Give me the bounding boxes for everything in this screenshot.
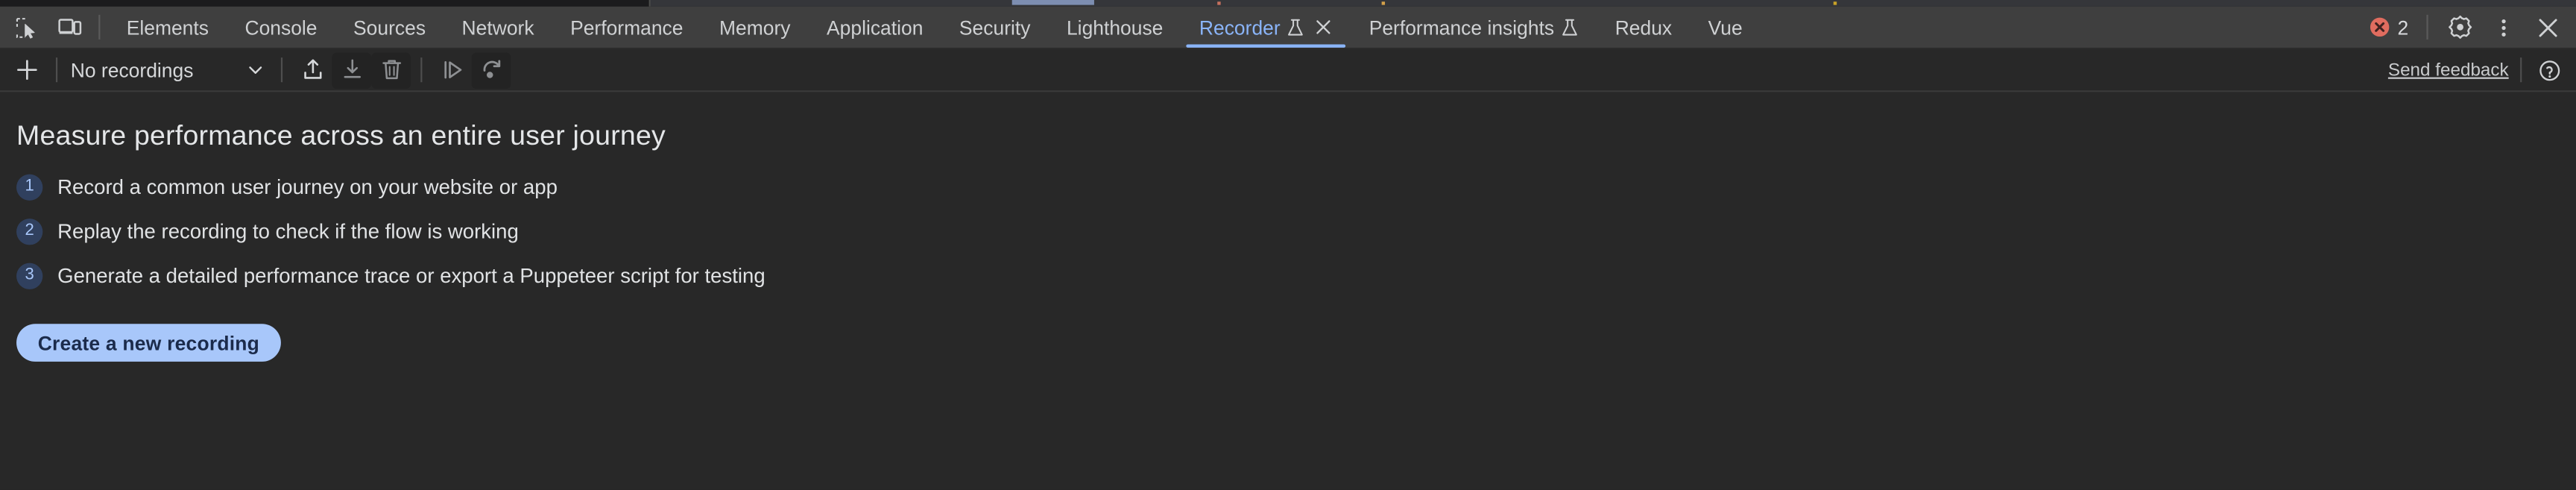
background-page-sliver	[0, 0, 2576, 7]
devtools-window: Elements Console Sources Network Perform…	[0, 0, 2576, 490]
error-count-label: 2	[2397, 15, 2409, 39]
toolbar-divider	[2520, 57, 2522, 83]
replay-recording-button[interactable]	[432, 51, 472, 87]
toolbar-divider	[55, 57, 58, 83]
recorder-toolbar: No recordings Send feedback	[0, 49, 2576, 92]
tab-label: Security	[959, 15, 1031, 39]
toolbar-divider	[280, 57, 283, 83]
tab-redux[interactable]: Redux	[1597, 7, 1690, 48]
recorder-intro: Measure performance across an entire use…	[0, 92, 2576, 362]
list-item: 3 Generate a detailed performance trace …	[16, 263, 2576, 289]
more-vertical-icon	[2501, 18, 2506, 36]
tab-label: Network	[461, 15, 534, 39]
sliver-token	[1217, 1, 1221, 5]
experimental-flask-icon	[1287, 17, 1304, 37]
device-toolbar-toggle-button[interactable]	[48, 7, 90, 47]
step-text: Record a common user journey on your web…	[57, 175, 558, 199]
import-recording-button[interactable]	[292, 51, 332, 87]
tab-label: Application	[827, 15, 924, 39]
record-with-reload-button[interactable]	[471, 51, 511, 88]
recordings-select[interactable]: No recordings	[67, 54, 271, 87]
step-number-badge: 1	[16, 174, 43, 201]
settings-button[interactable]	[2438, 7, 2481, 47]
recordings-select-value: No recordings	[70, 58, 194, 82]
devtools-tab-bar: Elements Console Sources Network Perform…	[0, 6, 2576, 50]
tab-security[interactable]: Security	[941, 7, 1049, 48]
record-reload-icon	[482, 60, 500, 78]
tab-console[interactable]: Console	[227, 7, 335, 48]
sliver-token	[1381, 1, 1386, 5]
tab-label: Sources	[353, 15, 426, 39]
tab-label: Lighthouse	[1066, 15, 1164, 39]
tab-bar-right-controls: 2	[2361, 7, 2576, 48]
tab-bar-divider	[98, 14, 101, 40]
tab-label: Vue	[1708, 15, 1743, 39]
device-toolbar-icon	[57, 19, 81, 35]
panel-tabs: Elements Console Sources Network Perform…	[108, 7, 2361, 48]
tab-label: Performance	[570, 15, 684, 39]
gear-icon	[2448, 15, 2472, 39]
send-feedback-link[interactable]: Send feedback	[2388, 60, 2509, 79]
tab-label: Console	[244, 15, 318, 39]
close-icon	[2539, 18, 2557, 37]
step-number-badge: 2	[16, 219, 43, 245]
tab-label: Recorder	[1199, 15, 1281, 39]
export-download-icon	[343, 59, 360, 78]
chevron-down-icon	[249, 66, 262, 74]
tab-performance[interactable]: Performance	[552, 7, 701, 48]
tab-performance-insights[interactable]: Performance insights	[1351, 7, 1597, 48]
sliver-token	[1833, 1, 1837, 5]
close-recorder-tab-button[interactable]	[1313, 17, 1333, 37]
inspect-element-button[interactable]	[5, 7, 48, 47]
cta-row: Create a new recording	[16, 324, 2576, 362]
tab-bar-left-controls	[0, 7, 108, 48]
import-upload-icon	[303, 59, 321, 79]
recorder-empty-state-panel: Measure performance across an entire use…	[0, 92, 2576, 490]
help-button[interactable]	[2534, 54, 2566, 87]
tab-vue[interactable]: Vue	[1690, 7, 1761, 48]
step-number-badge: 3	[16, 263, 43, 289]
more-options-button[interactable]	[2482, 7, 2525, 47]
list-item: 1 Record a common user journey on your w…	[16, 174, 2576, 201]
list-item: 2 Replay the recording to check if the f…	[16, 219, 2576, 245]
step-text: Replay the recording to check if the flo…	[57, 220, 519, 244]
tab-network[interactable]: Network	[443, 7, 552, 48]
help-circle-icon	[2539, 60, 2560, 81]
export-recording-button[interactable]	[332, 51, 372, 88]
tab-label: Elements	[126, 15, 209, 39]
tab-sources[interactable]: Sources	[335, 7, 444, 48]
trash-icon	[382, 60, 400, 80]
tab-label: Memory	[719, 15, 791, 39]
tab-recorder[interactable]: Recorder	[1181, 7, 1351, 48]
plus-icon	[16, 60, 37, 81]
sliver-right-pane	[650, 0, 2576, 7]
tab-memory[interactable]: Memory	[701, 7, 809, 48]
replay-play-icon	[443, 60, 461, 79]
close-devtools-button[interactable]	[2527, 7, 2569, 47]
tab-label: Redux	[1614, 15, 1673, 39]
tab-elements[interactable]: Elements	[108, 7, 227, 48]
page-title: Measure performance across an entire use…	[16, 119, 666, 151]
tab-lighthouse[interactable]: Lighthouse	[1049, 7, 1181, 48]
steps-list: 1 Record a common user journey on your w…	[16, 174, 2576, 289]
experimental-flask-icon	[1561, 17, 1579, 37]
step-text: Generate a detailed performance trace or…	[57, 264, 765, 288]
tab-bar-divider	[2426, 14, 2428, 40]
toolbar-divider	[420, 57, 423, 83]
add-recording-button[interactable]	[7, 51, 46, 87]
error-circle-icon	[2370, 17, 2390, 37]
tab-label: Performance insights	[1368, 15, 1555, 39]
tab-application[interactable]: Application	[809, 7, 941, 48]
error-count-badge[interactable]: 2	[2361, 7, 2416, 47]
create-new-recording-button[interactable]: Create a new recording	[16, 324, 281, 362]
delete-recording-button[interactable]	[371, 51, 411, 88]
sliver-selection-highlight	[1011, 0, 1094, 5]
sliver-left-pane	[0, 0, 651, 7]
inspect-element-icon	[16, 16, 35, 38]
